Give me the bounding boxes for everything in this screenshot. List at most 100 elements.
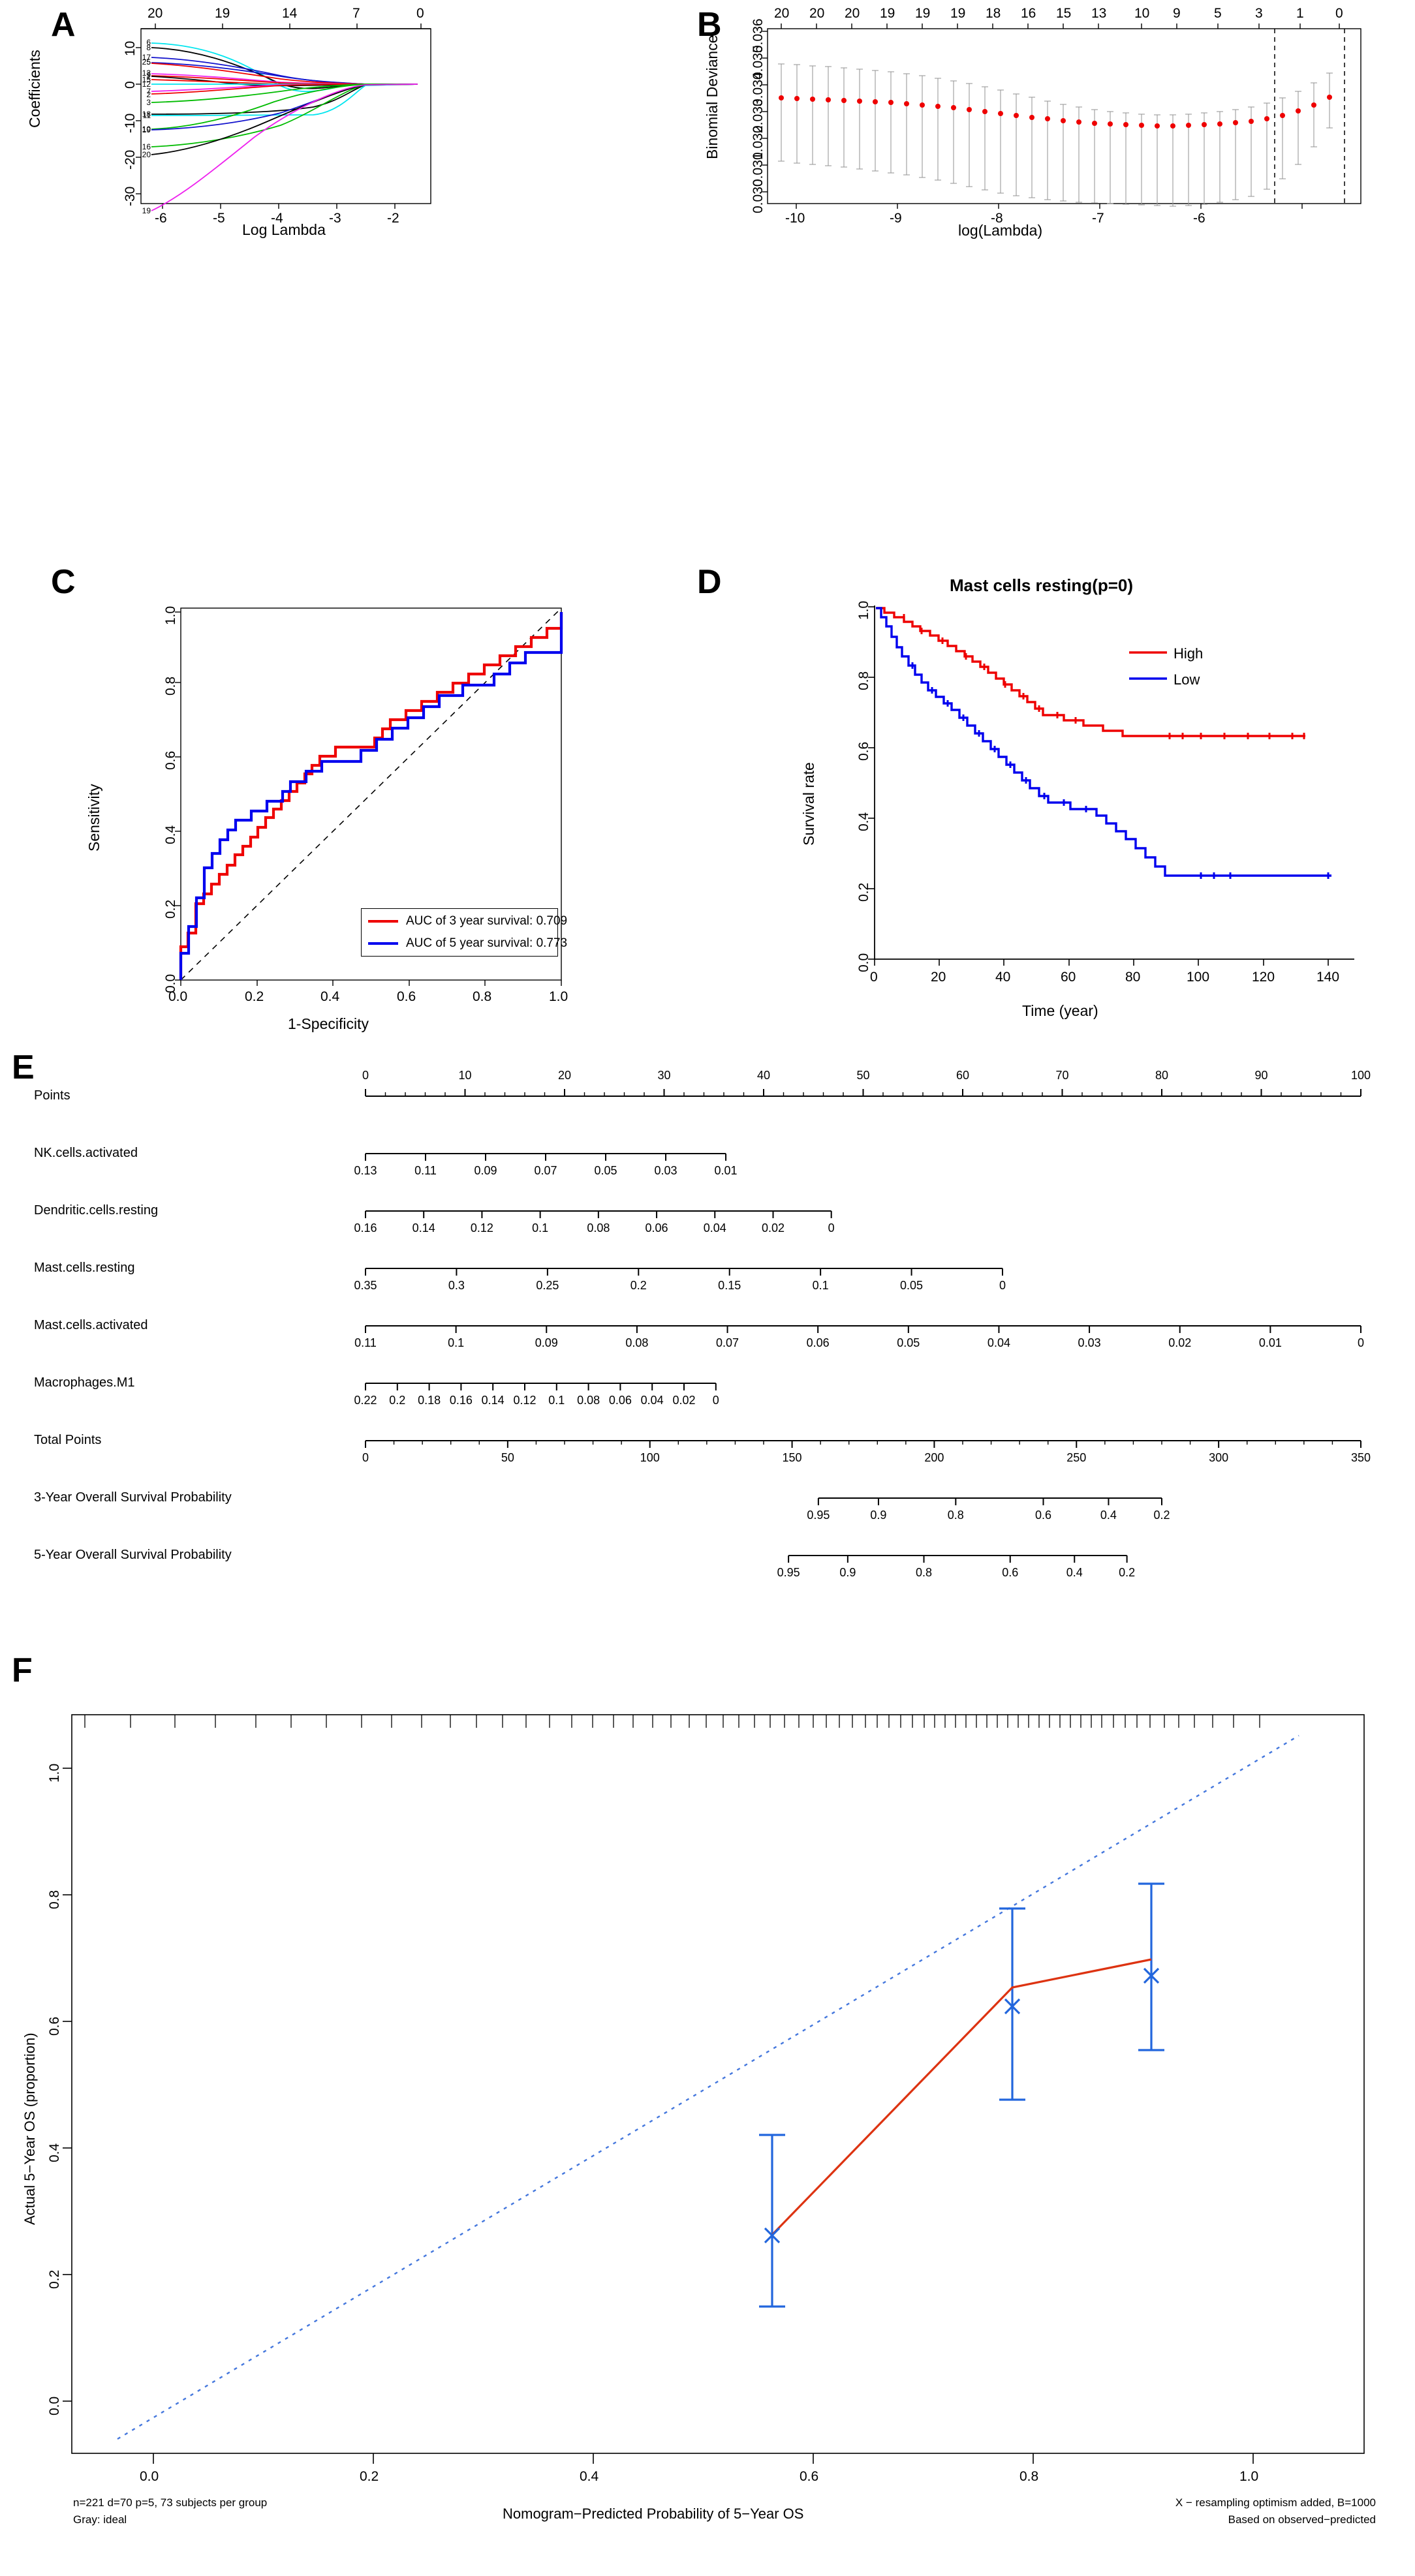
panel-f-y-tick-4: 0.8 bbox=[47, 1890, 62, 1909]
nomogram-row-axis bbox=[365, 1089, 1361, 1097]
nomogram-tick-label: 0.07 bbox=[534, 1164, 557, 1177]
panel-b-top-tick-4: 19 bbox=[915, 6, 931, 21]
panel-c-y-axis bbox=[175, 611, 181, 981]
nomogram-tick-label: 200 bbox=[924, 1451, 944, 1464]
nomogram-tick-label: 0.06 bbox=[806, 1336, 830, 1349]
panel-c-legend-row-1: AUC of 5 year survival: 0.773 bbox=[362, 932, 567, 955]
panel-f-confidence-intervals bbox=[759, 1882, 1164, 2308]
panel-b-bottom-axis bbox=[796, 204, 1303, 209]
nomogram-tick-label: 300 bbox=[1209, 1451, 1229, 1464]
panel-f-x-tick-5: 1.0 bbox=[1239, 2469, 1259, 2484]
nomogram-tick-label: 0.9 bbox=[839, 1566, 856, 1579]
nomogram-tick-label: 0.2 bbox=[630, 1279, 647, 1292]
nomogram-tick-label: 20 bbox=[557, 1069, 572, 1082]
nomogram-tick-label: 0.22 bbox=[354, 1394, 377, 1407]
panel-f-x-tick-4: 0.8 bbox=[1019, 2469, 1039, 2484]
nomogram-tick-label: 0.07 bbox=[716, 1336, 739, 1349]
panel-f-footnote-left-1: Gray: ideal bbox=[73, 2513, 127, 2526]
nomogram-tick-label: 0.11 bbox=[414, 1164, 437, 1177]
nomogram-tick-label: 0.3 bbox=[448, 1279, 465, 1292]
panel-b-top-tick-10: 10 bbox=[1134, 6, 1150, 21]
nomogram-tick-label: 0.04 bbox=[640, 1394, 664, 1407]
panel-b-x-tick-1: -9 bbox=[890, 211, 902, 226]
nomogram-tick-label: 100 bbox=[640, 1451, 660, 1464]
nomogram-tick-label: 0 bbox=[999, 1279, 1006, 1292]
panel-d-x-tick-2: 40 bbox=[995, 970, 1011, 985]
panel-b-top-tick-8: 15 bbox=[1056, 6, 1072, 21]
panel-b-top-tick-14: 1 bbox=[1296, 6, 1304, 21]
panel-c-x-tick-1: 0.2 bbox=[245, 989, 264, 1004]
panel-c-x-tick-5: 1.0 bbox=[549, 989, 568, 1004]
nomogram-tick-label: 0 bbox=[712, 1394, 719, 1407]
panel-b-y-tick-6: 0.036 bbox=[751, 18, 766, 53]
panel-d-legend bbox=[1129, 651, 1167, 680]
panel-d-y-tick-0: 0.0 bbox=[856, 953, 871, 972]
panel-f-observed-markers bbox=[764, 1967, 1160, 2244]
panel-b-top-tick-3: 19 bbox=[880, 6, 895, 21]
panel-c-x-tick-2: 0.4 bbox=[320, 989, 340, 1004]
nomogram-tick-label: 100 bbox=[1350, 1069, 1371, 1082]
nomogram-tick-label: 0.8 bbox=[947, 1509, 964, 1522]
nomogram-tick-label: 0.01 bbox=[714, 1164, 738, 1177]
nomogram-tick-label: 0.4 bbox=[1066, 1566, 1083, 1579]
nomogram-row-axis bbox=[365, 1325, 1361, 1333]
panel-e: E Points 0 10 20 30 40 50 60 70 80 90 100 NK.cells.a… bbox=[0, 1044, 1415, 1651]
panel-d-x-tick-6: 120 bbox=[1252, 970, 1275, 985]
panel-a-top-tick-0: 20 bbox=[148, 6, 163, 21]
panel-b-x-tick-0: -10 bbox=[785, 211, 805, 226]
nomogram-tick-label: 80 bbox=[1155, 1069, 1169, 1082]
panel-f-calibration-curve bbox=[771, 1958, 1152, 2236]
nomogram-tick-label: 60 bbox=[956, 1069, 970, 1082]
nomogram-row-label: Mast.cells.activated bbox=[34, 1318, 148, 1332]
nomogram-tick-label: 0.09 bbox=[535, 1336, 558, 1349]
panel-a-y-tick-0: 10 bbox=[123, 40, 138, 56]
nomogram-row-label: 3-Year Overall Survival Probability bbox=[34, 1490, 232, 1505]
panel-a-x-tick-2: -4 bbox=[271, 211, 283, 226]
panel-c-legend-row-0: AUC of 3 year survival: 0.709 bbox=[362, 910, 567, 932]
panel-c-y-tick-4: 0.8 bbox=[163, 676, 178, 696]
nomogram-tick-label: 0.16 bbox=[449, 1394, 473, 1407]
nomogram-row-label: NK.cells.activated bbox=[34, 1146, 138, 1160]
panel-c-x-axis bbox=[180, 980, 562, 986]
panel-d-censor-low bbox=[911, 662, 1329, 879]
panel-c-legend-label-3year: AUC of 3 year survival: 0.709 bbox=[406, 914, 568, 928]
panel-f: F Nomogram−Predicted Probability of 5−Ye… bbox=[0, 1651, 1415, 2576]
nomogram: Points 0 10 20 30 40 50 60 70 80 90 100 NK.cells.act… bbox=[0, 1044, 1415, 1651]
nomogram-tick-label: 0.05 bbox=[900, 1279, 924, 1292]
panel-d-x-tick-1: 20 bbox=[931, 970, 946, 985]
panel-f-footnote-left-0: n=221 d=70 p=5, 73 subjects per group bbox=[73, 2496, 268, 2509]
nomogram-tick-label: 0.1 bbox=[448, 1336, 465, 1349]
panel-b-top-tick-9: 13 bbox=[1091, 6, 1107, 21]
panel-b-top-tick-6: 18 bbox=[986, 6, 1001, 21]
panel-d-legend-label-high: High bbox=[1174, 645, 1204, 662]
nomogram-row-label: Dendritic.cells.resting bbox=[34, 1203, 159, 1218]
nomogram-tick-label: 30 bbox=[657, 1069, 671, 1082]
nomogram-tick-label: 50 bbox=[856, 1069, 870, 1082]
panel-b-top-tick-15: 0 bbox=[1335, 6, 1343, 21]
panel-a-y-tick-4: -30 bbox=[123, 186, 138, 206]
panel-b-top-axis bbox=[781, 23, 1340, 29]
nomogram-tick-label: 0.02 bbox=[672, 1394, 696, 1407]
panel-b-top-tick-7: 16 bbox=[1021, 6, 1036, 21]
nomogram-tick-label: 0.05 bbox=[897, 1336, 920, 1349]
nomogram-row-axis bbox=[365, 1440, 1361, 1448]
nomogram-tick-label: 0.08 bbox=[587, 1221, 610, 1234]
panel-a-top-tick-4: 0 bbox=[416, 6, 424, 21]
panel-a-x-tick-1: -5 bbox=[213, 211, 225, 226]
panel-c-x-tick-4: 0.8 bbox=[473, 989, 492, 1004]
panel-f-x-tick-1: 0.2 bbox=[360, 2469, 379, 2484]
nomogram-tick-label: 0.06 bbox=[608, 1394, 632, 1407]
nomogram-row-label: Mast.cells.resting bbox=[34, 1261, 135, 1275]
panel-f-rug bbox=[84, 1715, 1260, 1728]
nomogram-tick-label: 0.04 bbox=[703, 1221, 726, 1234]
nomogram-tick-label: 0.03 bbox=[1078, 1336, 1101, 1349]
panel-d-km-low bbox=[876, 607, 1331, 877]
nomogram-tick-label: 0.02 bbox=[761, 1221, 785, 1234]
nomogram-row-axis bbox=[365, 1153, 727, 1161]
panel-d-x-tick-4: 80 bbox=[1125, 970, 1141, 985]
panel-d-y-tick-5: 1.0 bbox=[856, 600, 871, 620]
panel-b-cv-points bbox=[779, 95, 1332, 129]
panel-a-x-tick-4: -2 bbox=[387, 211, 399, 226]
nomogram-tick-label: 0.14 bbox=[412, 1221, 435, 1234]
nomogram-tick-label: 0.95 bbox=[807, 1509, 830, 1522]
